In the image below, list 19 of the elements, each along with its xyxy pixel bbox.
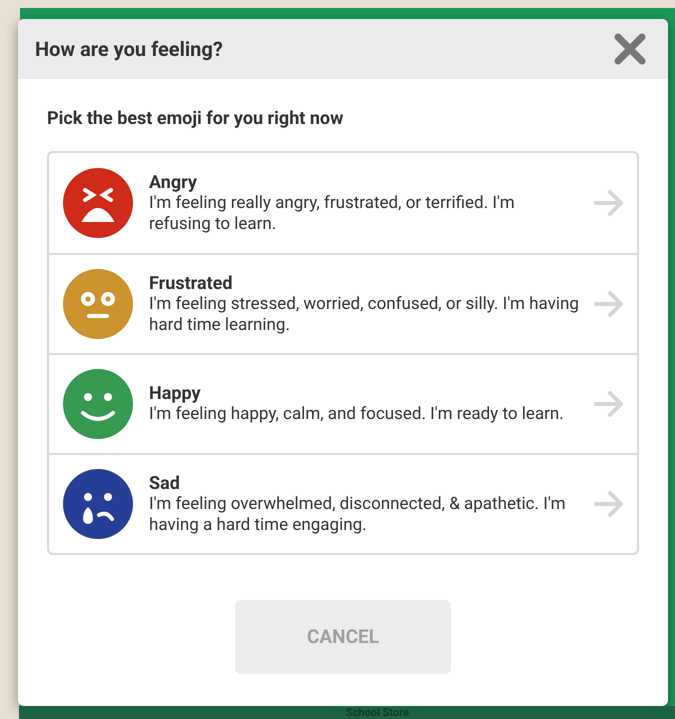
prompt-text: Pick the best emoji for you right now	[47, 107, 344, 131]
mood-option[interactable]: Happy I'm feeling happy, calm, and focused. I'm ready to learn.	[49, 353, 637, 453]
mood-description: I'm feeling really angry, frustrated, or terrified. I'm refusing to learn.	[149, 192, 516, 234]
mood-option[interactable]: Sad I'm feeling overwhelmed, disconnected, & apathetic. I'm having a hard time engaging.	[49, 453, 637, 553]
close-icon[interactable]	[612, 31, 648, 67]
mood-description: I'm feeling happy, calm, and focused. I'm ready to learn.	[149, 404, 565, 425]
arrow-right-icon	[593, 390, 625, 418]
mood-option[interactable]: Angry I'm feeling really angry, frustrated, or terrified. I'm refusing to learn.	[49, 153, 637, 253]
mood-option[interactable]: Frustrated I'm feeling stressed, worried, confused, or silly. I'm having hard time learning.	[49, 253, 637, 353]
arrow-right-icon	[593, 490, 625, 518]
arrow-right-icon	[593, 189, 625, 217]
arrow-right-icon	[593, 290, 625, 318]
dialog-title: How are you feeling?	[35, 36, 223, 63]
mood-description: I'm feeling stressed, worried, confused, or silly. I'm having hard time learning.	[149, 294, 579, 336]
mood-name: Sad	[149, 472, 181, 494]
mood-description: I'm feeling overwhelmed, disconnected, & apathetic. I'm having a hard time engaging.	[149, 494, 567, 536]
mood-name: Angry	[149, 172, 198, 192]
mood-name: Frustrated	[149, 272, 234, 294]
mood-name: Happy	[149, 383, 202, 404]
